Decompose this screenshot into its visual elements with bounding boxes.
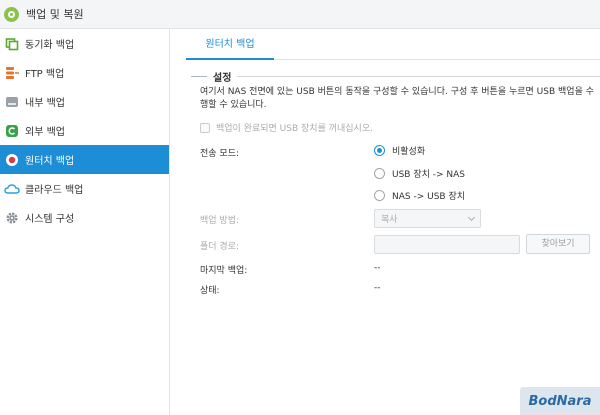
watermark-logo: BodNara [520,387,600,415]
sidebar-item-cloud-backup[interactable]: 클라우드 백업 [0,174,169,203]
sync-icon [0,37,24,51]
folder-path-label: 폴더 경로: [200,242,240,252]
description-text: 여기서 NAS 전면에 있는 USB 버튼의 동작을 구성할 수 있습니다. 구… [200,87,594,110]
radio-option-nas-to-usb[interactable]: NAS -> USB 장치 [374,189,465,202]
folder-path-input[interactable] [374,235,520,254]
radio-label: 비활성화 [392,147,426,157]
sidebar-item-label: 동기화 백업 [25,40,75,51]
sidebar-item-label: 원터치 백업 [25,156,75,167]
title-bar: 백업 및 복원 [0,0,600,29]
window-title: 백업 및 복원 [26,8,84,21]
radio-option-usb-to-nas[interactable]: USB 장치 -> NAS [374,167,465,180]
radio-button[interactable] [374,145,385,156]
sidebar-item-label: 시스템 구성 [25,214,75,225]
tab-bar: 원터치 백업 [186,34,600,60]
internal-drive-icon [0,95,24,109]
radio-option-disabled[interactable]: 비활성화 [374,144,425,157]
status-label: 상태: [200,286,220,296]
status-value: -- [374,283,381,293]
settings-section-header: 설정 [191,69,600,84]
eject-usb-label: 백업이 완료되면 USB 장치를 꺼내십시오. [216,124,373,134]
eject-usb-option: 백업이 완료되면 USB 장치를 꺼내십시오. [200,121,373,134]
radio-button[interactable] [374,190,385,201]
ftp-icon [0,66,24,80]
app-logo-icon [4,6,19,22]
sidebar-item-label: FTP 백업 [25,69,65,80]
cloud-icon [0,182,24,196]
sidebar-item-label: 클라우드 백업 [25,185,84,196]
transfer-mode-label: 전송 모드: [200,149,240,159]
sidebar-item-internal-backup[interactable]: 내부 백업 [0,87,169,116]
sidebar-item-one-touch-backup[interactable]: 원터치 백업 [0,145,169,174]
sidebar-item-label: 외부 백업 [25,127,65,138]
one-touch-icon [0,153,24,167]
section-title: 설정 [213,73,232,84]
sidebar: 동기화 백업 FTP 백업 내부 백업 외부 백업 원터치 백업 클라우드 백업 [0,29,170,415]
eject-usb-checkbox[interactable] [200,122,210,133]
watermark-text: BodNara [528,393,592,409]
radio-label: NAS -> USB 장치 [392,192,466,202]
gear-icon [0,211,24,225]
sidebar-item-sync-backup[interactable]: 동기화 백업 [0,29,169,58]
external-backup-icon [0,124,24,138]
radio-label: USB 장치 -> NAS [392,170,466,180]
backup-method-value: 복사 [381,215,398,225]
main-panel: 원터치 백업 설정 여기서 NAS 전면에 있는 USB 버튼의 동작을 구성할… [171,29,600,415]
tab-one-touch-backup[interactable]: 원터치 백업 [186,34,274,60]
radio-button[interactable] [374,168,385,179]
sidebar-item-external-backup[interactable]: 외부 백업 [0,116,169,145]
backup-method-select[interactable]: 복사 [374,209,481,228]
chevron-down-icon [467,213,476,221]
last-backup-value: -- [374,263,381,273]
sidebar-item-system-config[interactable]: 시스템 구성 [0,203,169,232]
sidebar-item-ftp-backup[interactable]: FTP 백업 [0,58,169,87]
browse-button[interactable]: 찾아보기 [526,234,590,254]
backup-method-label: 백업 방법: [200,216,240,226]
last-backup-label: 마지막 백업: [200,266,248,276]
sidebar-item-label: 내부 백업 [25,98,65,109]
